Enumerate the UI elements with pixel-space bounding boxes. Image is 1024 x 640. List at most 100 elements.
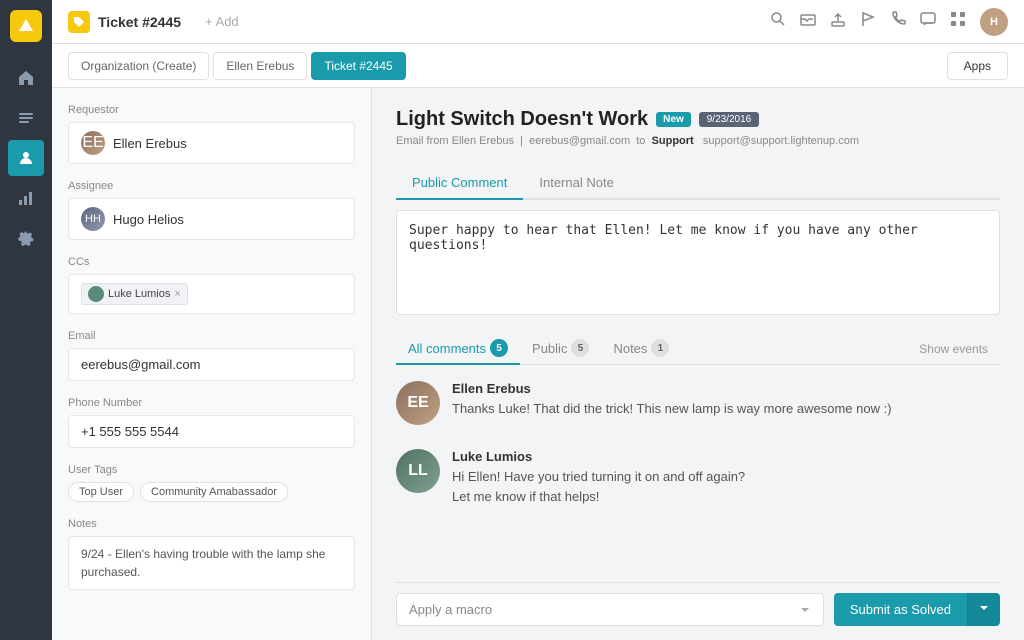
bottom-bar: Apply a macro Submit as Solved (396, 582, 1000, 640)
comment-text: Thanks Luke! That did the trick! This ne… (452, 399, 1000, 419)
comment-item: LL Luke Lumios Hi Ellen! Have you tried … (396, 449, 1000, 506)
ticket-subject: Light Switch Doesn't Work (396, 108, 648, 131)
cc-tag: Luke Lumios × (81, 283, 188, 305)
cc-name: Luke Lumios (108, 288, 170, 300)
notes-count: 1 (651, 339, 669, 357)
comment-text-line1: Hi Ellen! Have you tried turning it on a… (452, 467, 1000, 487)
assignee-avatar: HH (81, 207, 105, 231)
comment-avatar-luke: LL (396, 449, 440, 493)
tags-container: Top User Community Amabassador (68, 482, 355, 502)
date-badge: 9/23/2016 (699, 112, 760, 127)
phone-field[interactable]: +1 555 555 5544 (68, 415, 355, 448)
meta-to-label: Support (652, 135, 694, 147)
meta-from: eerebus@gmail.com (529, 135, 630, 147)
ticket-title-bar: Ticket #2445 + Add (68, 11, 770, 33)
assignee-name: Hugo Helios (113, 212, 184, 227)
reply-area: Super happy to hear that Ellen! Let me k… (396, 210, 1000, 315)
comment-avatar-ellen: EE (396, 381, 440, 425)
comment-body: Luke Lumios Hi Ellen! Have you tried tur… (452, 449, 1000, 506)
breadcrumb-ticket[interactable]: Ticket #2445 (311, 52, 405, 80)
email-label: Email (68, 330, 355, 342)
comment-body: Ellen Erebus Thanks Luke! That did the t… (452, 381, 1000, 425)
comment-author: Ellen Erebus (452, 381, 1000, 396)
ticket-title: Ticket #2445 (98, 14, 181, 30)
top-bar-icons: H (770, 8, 1008, 36)
submit-button: Submit as Solved (834, 593, 1000, 626)
tab-public[interactable]: Public 5 (520, 333, 601, 365)
tag-pill: Community Amabassador (140, 482, 288, 502)
left-nav (0, 0, 52, 640)
inbox-icon[interactable] (800, 11, 816, 32)
meta-to-email: support@support.lightenup.com (703, 135, 859, 147)
chevron-down-icon (799, 604, 811, 616)
meta-text: Email from Ellen Erebus (396, 135, 514, 147)
comment-author: Luke Lumios (452, 449, 1000, 464)
content-area: Requestor EE Ellen Erebus Assignee HH Hu… (52, 88, 1024, 640)
notes-field: 9/24 - Ellen's having trouble with the l… (68, 536, 355, 590)
nav-users[interactable] (8, 140, 44, 176)
search-icon[interactable] (770, 11, 786, 32)
breadcrumb-org[interactable]: Organization (Create) (68, 52, 209, 80)
add-button[interactable]: + Add (205, 14, 239, 29)
breadcrumb-bar: Organization (Create) Ellen Erebus Ticke… (52, 44, 1024, 88)
comment-tabs: Public Comment Internal Note (396, 167, 1000, 200)
reply-textarea[interactable]: Super happy to hear that Ellen! Let me k… (397, 211, 999, 311)
tags-label: User Tags (68, 464, 355, 476)
sidebar: Requestor EE Ellen Erebus Assignee HH Hu… (52, 88, 372, 640)
assignee-label: Assignee (68, 180, 355, 192)
ticket-meta: Email from Ellen Erebus | eerebus@gmail.… (396, 135, 1000, 147)
public-label: Public (532, 341, 567, 356)
submit-dropdown-button[interactable] (967, 593, 1000, 626)
ccs-field: Luke Lumios × (68, 274, 355, 314)
requestor-name: Ellen Erebus (113, 136, 187, 151)
all-comments-label: All comments (408, 341, 486, 356)
app-logo (10, 10, 42, 42)
chevron-down-icon (978, 602, 990, 614)
cc-avatar (88, 286, 104, 302)
comments-list: EE Ellen Erebus Thanks Luke! That did th… (396, 365, 1000, 582)
comment-text-line2: Let me know if that helps! (452, 487, 1000, 507)
apps-grid-icon[interactable] (950, 11, 966, 32)
nav-reports[interactable] (8, 180, 44, 216)
macro-placeholder: Apply a macro (409, 602, 492, 617)
phone-label: Phone Number (68, 397, 355, 409)
nav-tickets[interactable] (8, 100, 44, 136)
flag-icon[interactable] (860, 11, 876, 32)
filter-tabs: All comments 5 Public 5 Notes 1 Show eve… (396, 325, 1000, 365)
nav-settings[interactable] (8, 220, 44, 256)
requestor-field: EE Ellen Erebus (68, 122, 355, 164)
cc-remove-button[interactable]: × (174, 288, 180, 300)
apps-button[interactable]: Apps (947, 52, 1008, 80)
tab-public-comment[interactable]: Public Comment (396, 167, 523, 200)
requestor-label: Requestor (68, 104, 355, 116)
subject-row: Light Switch Doesn't Work New 9/23/2016 (396, 108, 1000, 131)
tag-pill: Top User (68, 482, 134, 502)
notes-label: Notes (68, 518, 355, 530)
all-comments-count: 5 (490, 339, 508, 357)
ticket-header: Light Switch Doesn't Work New 9/23/2016 … (396, 108, 1000, 161)
top-bar: Ticket #2445 + Add (52, 0, 1024, 44)
tab-all-comments[interactable]: All comments 5 (396, 333, 520, 365)
tab-notes[interactable]: Notes 1 (601, 333, 681, 365)
notes-filter-label: Notes (613, 341, 647, 356)
user-avatar[interactable]: H (980, 8, 1008, 36)
main-content: Ticket #2445 + Add (52, 0, 1024, 640)
main-panel: Light Switch Doesn't Work New 9/23/2016 … (372, 88, 1024, 640)
ticket-icon-badge (68, 11, 90, 33)
assignee-field: HH Hugo Helios (68, 198, 355, 240)
new-badge: New (656, 112, 691, 127)
nav-home[interactable] (8, 60, 44, 96)
public-count: 5 (571, 339, 589, 357)
breadcrumb-user[interactable]: Ellen Erebus (213, 52, 307, 80)
requestor-avatar: EE (81, 131, 105, 155)
ccs-label: CCs (68, 256, 355, 268)
comment-item: EE Ellen Erebus Thanks Luke! That did th… (396, 381, 1000, 425)
submit-main-button[interactable]: Submit as Solved (834, 593, 967, 626)
macro-select[interactable]: Apply a macro (396, 593, 824, 626)
upload-icon[interactable] (830, 11, 846, 32)
show-events-button[interactable]: Show events (907, 336, 1000, 362)
chat-icon[interactable] (920, 11, 936, 32)
email-field[interactable]: eerebus@gmail.com (68, 348, 355, 381)
phone-icon[interactable] (890, 11, 906, 32)
tab-internal-note[interactable]: Internal Note (523, 167, 629, 200)
